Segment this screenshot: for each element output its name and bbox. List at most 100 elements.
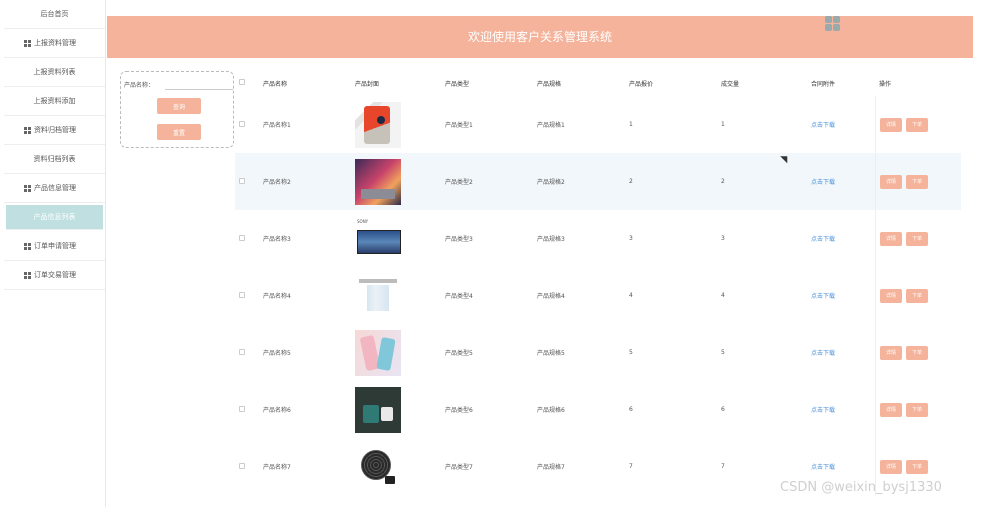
product-name: 产品名称4 bbox=[263, 293, 291, 300]
row-checkbox[interactable] bbox=[235, 291, 263, 300]
phone-product-image[interactable] bbox=[355, 101, 401, 148]
order-button[interactable]: 下单 bbox=[906, 288, 928, 303]
table-row: 产品名称1 产品类型1 产品规格1 1 1 点击下载 详情 下单 bbox=[235, 96, 961, 153]
column-header: 合同附件 bbox=[811, 80, 836, 88]
download-link[interactable]: 点击下载 bbox=[811, 462, 875, 471]
product-spec: 产品规格4 bbox=[537, 293, 565, 300]
column-header: 产品报价 bbox=[629, 80, 654, 88]
order-button[interactable]: 下单 bbox=[906, 231, 928, 246]
product-type: 产品类型4 bbox=[445, 293, 473, 300]
product-type: 产品类型7 bbox=[445, 464, 473, 471]
top-header: 欢迎使用客户关系管理系统 bbox=[107, 16, 973, 58]
row-checkbox[interactable] bbox=[235, 120, 263, 129]
reset-button[interactable]: 重置 bbox=[157, 124, 201, 140]
deal-count: 4 bbox=[721, 292, 725, 299]
download-link[interactable]: 点击下载 bbox=[811, 177, 875, 186]
product-name: 产品名称5 bbox=[263, 350, 291, 357]
query-button[interactable]: 查询 bbox=[157, 98, 201, 114]
watermark: CSDN @weixin_bysj1330 bbox=[780, 480, 942, 495]
deal-count: 5 bbox=[721, 349, 725, 356]
sidebar-group-report[interactable]: 上报资料管理 bbox=[4, 29, 105, 58]
product-name: 产品名称6 bbox=[263, 407, 291, 414]
product-name: 产品名称1 bbox=[263, 122, 291, 129]
product-cover bbox=[355, 272, 445, 319]
order-button[interactable]: 下单 bbox=[906, 345, 928, 360]
product-spec: 产品规格2 bbox=[537, 179, 565, 186]
sidebar-group-archive[interactable]: 资料归档管理 bbox=[4, 116, 105, 145]
product-name: 产品名称2 bbox=[263, 179, 291, 186]
product-price: 4 bbox=[629, 292, 633, 299]
detail-button[interactable]: 详情 bbox=[880, 459, 902, 474]
sidebar-item-archive-list[interactable]: 资料归档列表 bbox=[4, 145, 105, 174]
column-header: 成交量 bbox=[721, 80, 740, 88]
detail-button[interactable]: 详情 bbox=[880, 402, 902, 417]
drying-rack-product-image[interactable] bbox=[355, 272, 401, 319]
product-price: 1 bbox=[629, 121, 633, 128]
product-table: 产品名称 产品封面 产品类型 产品规格 产品报价 成交量 合同附件 操作 产品名… bbox=[235, 70, 961, 495]
order-button[interactable]: 下单 bbox=[906, 459, 928, 474]
product-cover bbox=[355, 215, 445, 262]
page-title: 欢迎使用客户关系管理系统 bbox=[467, 30, 612, 44]
detail-button[interactable]: 详情 bbox=[880, 288, 902, 303]
row-actions: 详情 下单 bbox=[875, 267, 961, 324]
product-cover bbox=[355, 329, 445, 376]
mug-product-image[interactable] bbox=[355, 386, 401, 433]
row-actions: 详情 下单 bbox=[875, 210, 961, 267]
menu-grid-icon bbox=[24, 242, 31, 250]
product-name: 产品名称7 bbox=[263, 464, 291, 471]
product-cover bbox=[355, 101, 445, 148]
product-spec: 产品规格1 bbox=[537, 122, 565, 129]
row-checkbox[interactable] bbox=[235, 177, 263, 186]
sidebar-item-report-list[interactable]: 上报资料列表 bbox=[4, 58, 105, 87]
table-header: 产品名称 产品封面 产品类型 产品规格 产品报价 成交量 合同附件 操作 bbox=[235, 70, 961, 96]
product-type: 产品类型2 bbox=[445, 179, 473, 186]
order-button[interactable]: 下单 bbox=[906, 402, 928, 417]
table-row: 产品名称5 产品类型5 产品规格5 5 5 点击下载 详情 下单 bbox=[235, 324, 961, 381]
detail-button[interactable]: 详情 bbox=[880, 231, 902, 246]
laptop-product-image[interactable] bbox=[355, 158, 401, 205]
row-checkbox[interactable] bbox=[235, 234, 263, 243]
product-price: 2 bbox=[629, 178, 633, 185]
sidebar: 后台首页 上报资料管理 上报资料列表 上报资料添加 资料归档管理 资料归档列表 … bbox=[4, 0, 106, 507]
table-row: 产品名称2 产品类型2 产品规格2 2 2 点击下载 详情 下单 bbox=[235, 153, 961, 210]
product-name: 产品名称3 bbox=[263, 236, 291, 243]
product-price: 7 bbox=[629, 463, 633, 470]
column-header: 产品名称 bbox=[263, 80, 288, 88]
sidebar-group-order-apply[interactable]: 订单申请管理 bbox=[4, 232, 105, 261]
row-checkbox[interactable] bbox=[235, 348, 263, 357]
product-cover bbox=[355, 386, 445, 433]
detail-button[interactable]: 详情 bbox=[880, 117, 902, 132]
row-checkbox[interactable] bbox=[235, 462, 263, 471]
sidebar-item-product-list[interactable]: 产品信息列表 bbox=[6, 205, 103, 230]
product-spec: 产品规格3 bbox=[537, 236, 565, 243]
download-link[interactable]: 点击下载 bbox=[811, 348, 875, 357]
detail-button[interactable]: 详情 bbox=[880, 174, 902, 189]
table-row: 产品名称6 产品类型6 产品规格6 6 6 点击下载 详情 下单 bbox=[235, 381, 961, 438]
avatar[interactable] bbox=[825, 16, 840, 31]
table-row: 产品名称3 产品类型3 产品规格3 3 3 点击下载 详情 下单 bbox=[235, 210, 961, 267]
select-all-checkbox[interactable] bbox=[235, 79, 263, 87]
product-spec: 产品规格5 bbox=[537, 350, 565, 357]
order-button[interactable]: 下单 bbox=[906, 174, 928, 189]
deal-count: 1 bbox=[721, 121, 725, 128]
table-row: 产品名称4 产品类型4 产品规格4 4 4 点击下载 详情 下单 bbox=[235, 267, 961, 324]
download-link[interactable]: 点击下载 bbox=[811, 405, 875, 414]
sidebar-item-home[interactable]: 后台首页 bbox=[4, 0, 105, 29]
row-checkbox[interactable] bbox=[235, 405, 263, 414]
download-link[interactable]: 点击下载 bbox=[811, 291, 875, 300]
sidebar-group-order-trade[interactable]: 订单交易管理 bbox=[4, 261, 105, 290]
search-input[interactable] bbox=[165, 76, 233, 90]
tv-product-image[interactable] bbox=[355, 215, 401, 262]
column-header: 产品规格 bbox=[537, 80, 562, 88]
product-type: 产品类型3 bbox=[445, 236, 473, 243]
sidebar-item-report-add[interactable]: 上报资料添加 bbox=[4, 87, 105, 116]
detail-button[interactable]: 详情 bbox=[880, 345, 902, 360]
sidebar-group-product[interactable]: 产品信息管理 bbox=[4, 174, 105, 203]
phone-case-product-image[interactable] bbox=[355, 329, 401, 376]
product-type: 产品类型1 bbox=[445, 122, 473, 129]
product-cover bbox=[355, 443, 445, 490]
download-link[interactable]: 点击下载 bbox=[811, 120, 875, 129]
download-link[interactable]: 点击下载 bbox=[811, 234, 875, 243]
order-button[interactable]: 下单 bbox=[906, 117, 928, 132]
fan-product-image[interactable] bbox=[355, 443, 401, 490]
